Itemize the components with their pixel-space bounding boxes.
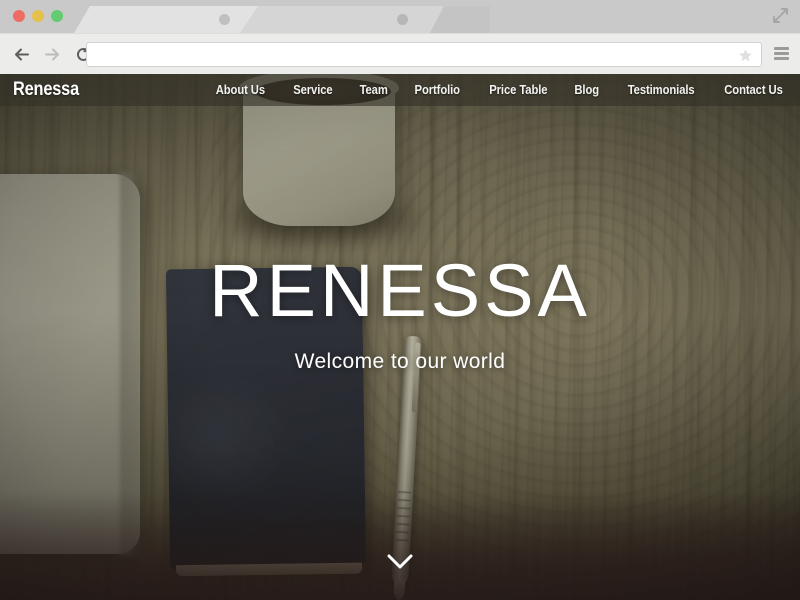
nav-item-portfolio[interactable]: Portfolio — [415, 83, 461, 97]
browser-tab[interactable] — [74, 6, 270, 33]
browser-tab[interactable] — [240, 6, 450, 33]
nav-item-price-table[interactable]: Price Table — [489, 83, 547, 97]
hamburger-menu-icon[interactable] — [774, 47, 789, 60]
browser-window: Renessa About Us Service Team Portfolio … — [0, 0, 800, 600]
browser-titlebar — [0, 0, 800, 33]
nav-item-service[interactable]: Service — [293, 83, 333, 97]
star-icon[interactable] — [738, 48, 753, 63]
close-window-button[interactable] — [13, 10, 25, 22]
tab-close-icon[interactable] — [219, 14, 230, 25]
tab-close-icon[interactable] — [397, 14, 408, 25]
website-viewport: Renessa About Us Service Team Portfolio … — [0, 74, 800, 600]
maximize-window-button[interactable] — [51, 10, 63, 22]
hero-background-photo — [0, 74, 800, 600]
site-navbar: Renessa About Us Service Team Portfolio … — [0, 74, 800, 106]
main-navigation: About Us Service Team Portfolio Price Ta… — [213, 83, 800, 97]
back-button[interactable] — [12, 45, 31, 64]
chevron-down-icon[interactable] — [383, 552, 417, 572]
nav-item-contact-us[interactable]: Contact Us — [724, 83, 783, 97]
hamburger-bar — [774, 57, 789, 60]
window-controls — [13, 10, 63, 22]
hamburger-bar — [774, 52, 789, 55]
browser-toolbar — [0, 33, 800, 74]
hamburger-bar — [774, 47, 789, 50]
nav-item-blog[interactable]: Blog — [575, 83, 600, 97]
expand-arrows-icon[interactable] — [772, 7, 789, 24]
site-logo[interactable]: Renessa — [13, 79, 79, 101]
url-bar[interactable] — [86, 42, 762, 67]
nav-item-team[interactable]: Team — [359, 83, 387, 97]
navigation-buttons — [12, 45, 93, 64]
minimize-window-button[interactable] — [32, 10, 44, 22]
nav-item-about-us[interactable]: About Us — [216, 83, 265, 97]
nav-item-testimonials[interactable]: Testimonials — [627, 83, 694, 97]
bottom-gradient — [0, 490, 800, 600]
forward-button[interactable] — [43, 45, 62, 64]
